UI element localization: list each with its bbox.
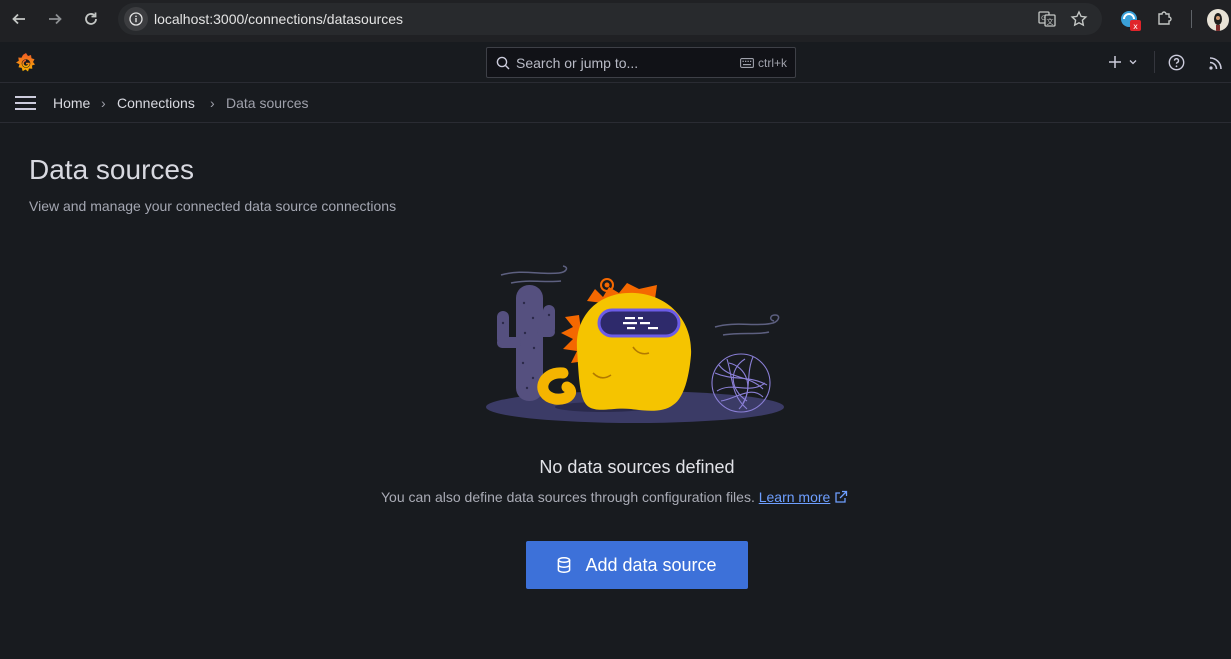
topbar-divider — [1154, 51, 1155, 73]
address-bar[interactable]: localhost:3000/connections/datasources 文… — [118, 3, 1102, 35]
empty-state-illustration — [486, 265, 784, 423]
svg-text:文: 文 — [1047, 17, 1054, 26]
learn-more-label: Learn more — [758, 489, 831, 505]
bookmark-star-icon[interactable] — [1070, 10, 1088, 33]
breadcrumb-current: Data sources — [226, 95, 309, 111]
help-icon[interactable] — [1168, 54, 1185, 76]
learn-more-link[interactable]: Learn more — [759, 489, 831, 505]
profile-avatar[interactable] — [1207, 9, 1229, 31]
translate-icon[interactable]: 文G — [1038, 10, 1056, 33]
svg-text:x: x — [1133, 22, 1138, 31]
keyboard-icon — [740, 58, 754, 68]
reload-icon[interactable] — [79, 7, 103, 31]
external-link-icon[interactable] — [834, 490, 848, 504]
menu-icon[interactable] — [15, 96, 36, 115]
site-info-icon[interactable] — [124, 7, 148, 31]
plus-icon — [1109, 56, 1121, 68]
breadcrumb-home[interactable]: Home — [53, 95, 90, 111]
breadcrumb-separator: › — [210, 95, 215, 111]
search-icon — [496, 56, 510, 70]
extension-icon[interactable]: x — [1120, 10, 1142, 37]
search-shortcut: ctrl+k — [740, 56, 787, 70]
news-feed-icon[interactable] — [1208, 55, 1224, 76]
database-icon — [558, 557, 571, 573]
back-icon[interactable] — [7, 7, 31, 31]
shortcut-label: ctrl+k — [757, 56, 787, 70]
main-content: Data sources View and manage your connec… — [0, 123, 1231, 659]
grafana-topbar: Search or jump to... ctrl+k — [0, 42, 1231, 83]
grafana-logo-icon[interactable] — [14, 51, 38, 80]
svg-text:G: G — [1041, 15, 1046, 22]
extensions-puzzle-icon[interactable] — [1156, 9, 1174, 32]
toolbar-divider — [1191, 10, 1192, 28]
search-placeholder: Search or jump to... — [516, 55, 639, 71]
page-subtitle: View and manage your connected data sour… — [29, 198, 397, 214]
forward-icon[interactable] — [43, 7, 67, 31]
page-title: Data sources — [29, 154, 194, 185]
new-menu-button[interactable] — [1108, 55, 1138, 69]
breadcrumb-connections[interactable]: Connections — [117, 95, 195, 111]
breadcrumb-separator: › — [101, 95, 106, 111]
empty-state-title: No data sources defined — [539, 457, 735, 477]
empty-state-text: You can also define data sources through… — [381, 489, 755, 505]
breadcrumb-bar: Home › Connections › Data sources — [0, 83, 1231, 123]
empty-state-description: You can also define data sources through… — [381, 489, 848, 505]
add-data-source-label: Add data source — [585, 554, 717, 575]
add-data-source-button[interactable]: Add data source — [526, 541, 748, 589]
url-text[interactable]: localhost:3000/connections/datasources — [154, 11, 403, 27]
chevron-down-icon — [1129, 60, 1137, 65]
browser-toolbar: localhost:3000/connections/datasources 文… — [0, 0, 1231, 42]
search-input[interactable]: Search or jump to... ctrl+k — [486, 47, 796, 78]
